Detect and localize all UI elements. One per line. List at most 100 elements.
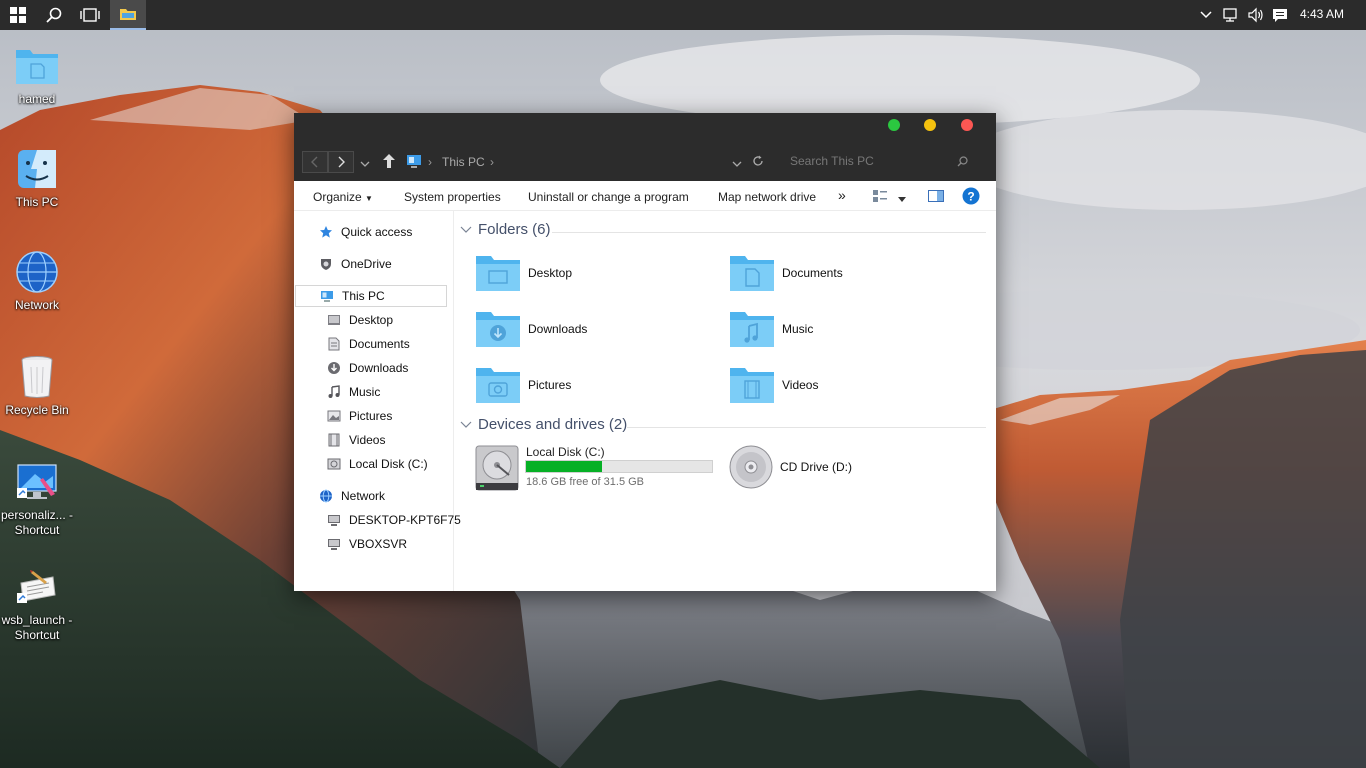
desktop-icon-personalize-shortcut[interactable]: personaliz... - Shortcut — [0, 458, 74, 538]
nav-documents[interactable]: Documents — [326, 333, 410, 355]
script-shortcut-icon — [17, 570, 56, 603]
devices-group-header[interactable]: Devices and drives (2) — [460, 416, 627, 433]
folder-desktop-tile[interactable]: Desktop — [474, 253, 572, 293]
nav-quick-access[interactable]: Quick access — [318, 221, 412, 243]
folder-downloads-tile[interactable]: Downloads — [474, 309, 587, 349]
task-view-button[interactable] — [72, 0, 108, 30]
nav-network[interactable]: Network — [318, 485, 385, 507]
search-placeholder: Search This PC — [790, 154, 874, 168]
desktop-icon — [326, 312, 342, 328]
address-dropdown[interactable] — [732, 157, 742, 171]
picture-icon — [326, 408, 342, 424]
desktop-icon-label: hamed — [18, 92, 56, 106]
computer-icon — [326, 512, 342, 528]
speaker-icon — [1248, 7, 1263, 23]
desktop-icon-wsb-launch-shortcut[interactable]: wsb_launch - Shortcut — [0, 563, 74, 643]
music-folder-icon — [730, 312, 774, 347]
organize-label: Organize — [313, 190, 362, 204]
folder-videos-tile[interactable]: Videos — [728, 365, 818, 405]
forward-button[interactable] — [328, 151, 354, 173]
music-note-icon — [326, 384, 342, 400]
taskbar-file-explorer[interactable] — [110, 0, 146, 30]
chevron-up-icon — [1200, 11, 1212, 19]
desktop-icon-hamed[interactable]: hamed — [0, 42, 74, 107]
nav-desktop-kpt6f75[interactable]: DESKTOP-KPT6F75 — [326, 509, 461, 531]
nav-label: Music — [349, 385, 381, 399]
navigation-pane: Quick access OneDrive This PC Desktop Do… — [294, 211, 461, 591]
show-hidden-icons[interactable] — [1197, 0, 1215, 30]
help-button[interactable]: ? — [962, 187, 980, 208]
map-network-drive-button[interactable]: Map network drive — [718, 190, 816, 204]
recent-locations-button[interactable] — [360, 157, 370, 171]
action-center[interactable] — [1269, 0, 1291, 30]
hard-drive-icon — [326, 456, 342, 472]
folder-pictures-tile[interactable]: Pictures — [474, 365, 571, 405]
drive-c-usage-bar — [525, 460, 713, 473]
download-icon — [326, 360, 342, 376]
search-button[interactable] — [36, 0, 72, 30]
up-button[interactable] — [382, 153, 396, 172]
drive-d-tile[interactable]: CD Drive (D:) — [728, 443, 852, 491]
close-button[interactable] — [961, 119, 973, 131]
nav-label: OneDrive — [341, 257, 392, 271]
chevron-down-icon — [360, 161, 370, 167]
nav-videos[interactable]: Videos — [326, 429, 385, 451]
preview-pane-button[interactable] — [928, 190, 944, 205]
nav-vboxsvr[interactable]: VBOXSVR — [326, 533, 407, 555]
back-button[interactable] — [302, 151, 328, 173]
film-icon — [326, 432, 342, 448]
address-pc-icon — [406, 153, 422, 172]
folder-documents-tile[interactable]: Documents — [728, 253, 843, 293]
finder-icon — [18, 150, 56, 188]
nav-this-pc[interactable]: This PC — [295, 285, 447, 307]
desktop-folder-icon — [476, 256, 520, 291]
nav-downloads[interactable]: Downloads — [326, 357, 408, 379]
nav-pictures[interactable]: Pictures — [326, 405, 392, 427]
desktop-icon-recycle-bin[interactable]: Recycle Bin — [0, 353, 74, 418]
desktop-icon-label: Network — [14, 298, 59, 312]
folder-label: Desktop — [528, 266, 573, 280]
title-bar: › This PC › Search This PC — [294, 113, 996, 181]
nav-label: Downloads — [349, 361, 409, 375]
nav-label: Local Disk (C:) — [349, 457, 428, 471]
documents-folder-icon — [730, 256, 774, 291]
cd-drive-icon — [729, 445, 773, 489]
network-tray[interactable] — [1220, 0, 1242, 30]
search-input[interactable]: Search This PC — [780, 149, 978, 173]
clock[interactable]: 4:43 AM — [1300, 7, 1344, 21]
desktop-icon-label: Recycle Bin — [5, 403, 69, 417]
downloads-folder-icon — [476, 312, 520, 347]
desktop-icon-network[interactable]: Network — [0, 248, 74, 313]
folders-group-header[interactable]: Folders (6) — [460, 221, 551, 238]
more-commands-button[interactable]: » — [838, 187, 846, 203]
volume-tray[interactable] — [1245, 0, 1267, 30]
start-button[interactable] — [0, 0, 36, 30]
refresh-button[interactable] — [752, 155, 764, 170]
desktop-icon-this-pc[interactable]: This PC — [0, 145, 74, 210]
organize-menu[interactable]: Organize ▼ — [313, 190, 373, 204]
computer-icon — [326, 536, 342, 552]
nav-onedrive[interactable]: OneDrive — [318, 253, 392, 275]
desktop-icon-label: personaliz... - Shortcut — [0, 508, 74, 537]
nav-desktop[interactable]: Desktop — [326, 309, 393, 331]
nav-music[interactable]: Music — [326, 381, 380, 403]
group-divider — [552, 232, 986, 233]
preview-pane-icon — [928, 190, 944, 202]
user-folder-icon — [16, 50, 58, 84]
system-properties-button[interactable]: System properties — [404, 190, 501, 204]
maximize-button[interactable] — [888, 119, 900, 131]
group-title: Folders (6) — [478, 221, 551, 238]
computer-icon — [319, 288, 335, 304]
uninstall-program-button[interactable]: Uninstall or change a program — [528, 190, 689, 204]
breadcrumb-separator-icon[interactable]: › — [490, 155, 494, 169]
group-title: Devices and drives (2) — [478, 416, 628, 433]
folder-music-tile[interactable]: Music — [728, 309, 813, 349]
change-view-button[interactable] — [872, 189, 888, 206]
view-dropdown[interactable] — [898, 192, 906, 206]
nav-local-disk[interactable]: Local Disk (C:) — [326, 453, 428, 475]
windows-logo-icon — [10, 7, 26, 23]
hard-drive-icon — [475, 445, 519, 491]
minimize-button[interactable] — [924, 119, 936, 131]
drive-d-label: CD Drive (D:) — [780, 460, 852, 474]
breadcrumb-this-pc[interactable]: This PC — [442, 155, 485, 169]
